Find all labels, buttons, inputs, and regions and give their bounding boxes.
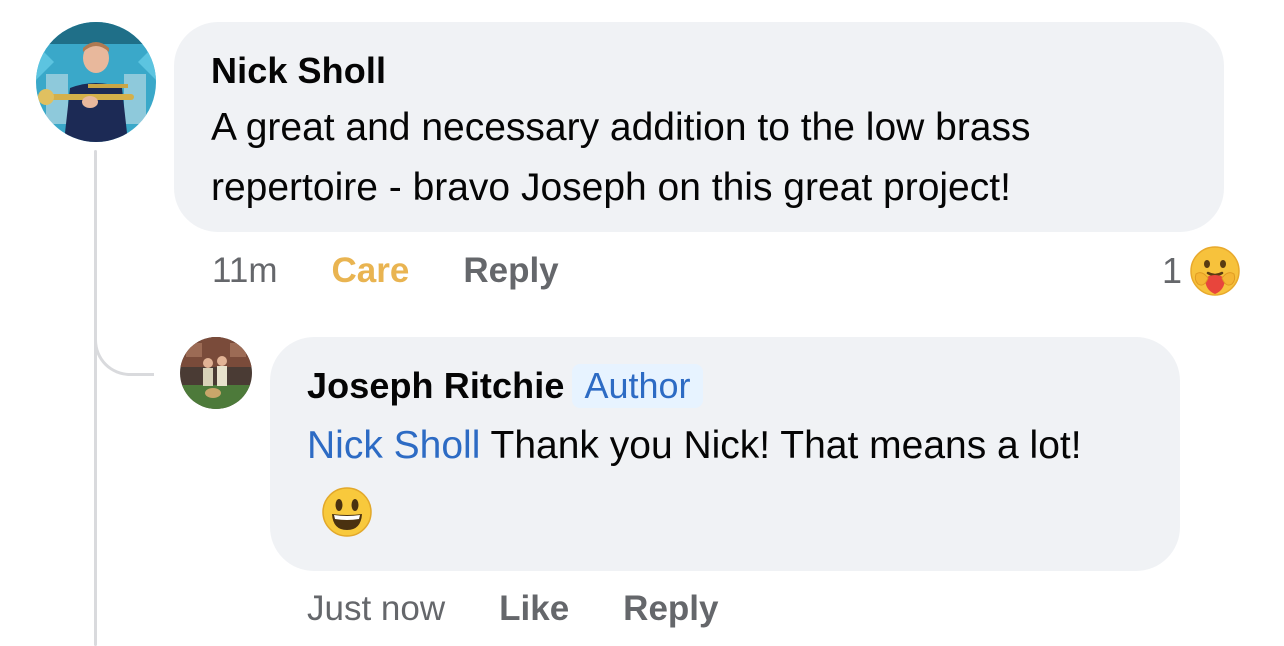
like-button[interactable]: Like <box>499 589 569 629</box>
thread-line <box>94 150 97 646</box>
avatar[interactable] <box>180 337 252 409</box>
reaction-count: 1 <box>1162 250 1183 291</box>
thread-connector <box>94 320 154 376</box>
avatar[interactable] <box>36 22 156 142</box>
reply-text-block: Nick Sholl Thank you Nick! That means a … <box>307 411 1144 551</box>
comment-bubble: Nick Sholl A great and necessary additio… <box>174 22 1224 232</box>
care-emoji-icon <box>1188 244 1242 298</box>
comment-timestamp[interactable]: 11m <box>212 251 278 291</box>
reply-timestamp[interactable]: Just now <box>307 589 445 629</box>
author-badge: Author <box>572 364 703 408</box>
care-reaction-button[interactable]: Care <box>332 251 410 291</box>
reply-button[interactable]: Reply <box>623 589 718 629</box>
reply-actions: Just now Like Reply <box>307 586 718 632</box>
reply-author-name[interactable]: Joseph Ritchie <box>307 363 564 409</box>
reply-header: Joseph Ritchie Author <box>307 363 1144 409</box>
grinning-face-emoji-icon <box>307 487 373 537</box>
comment-text: A great and necessary addition to the lo… <box>211 106 1031 209</box>
reaction-summary[interactable]: 1 <box>1162 244 1242 298</box>
comment-actions: 11m Care Reply <box>212 248 559 294</box>
reply-bubble: Joseph Ritchie Author Nick Sholl Thank y… <box>270 337 1180 571</box>
mention-link[interactable]: Nick Sholl <box>307 424 480 467</box>
comment-thread: Nick Sholl A great and necessary additio… <box>0 0 1284 646</box>
comment-author-name[interactable]: Nick Sholl <box>211 48 1188 94</box>
reply-button[interactable]: Reply <box>463 251 558 291</box>
reply-text: Thank you Nick! That means a lot! <box>490 424 1082 467</box>
